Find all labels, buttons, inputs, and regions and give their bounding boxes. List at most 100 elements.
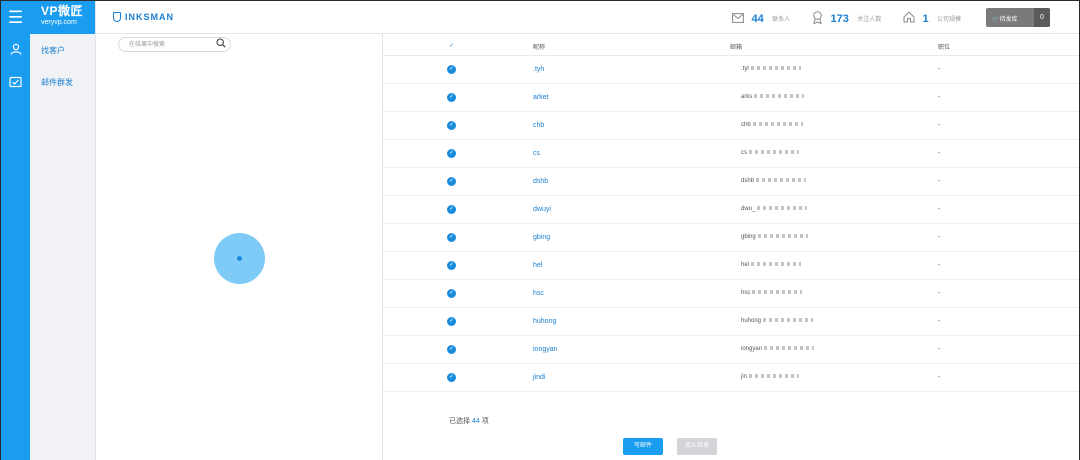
row-position: - [938, 206, 941, 213]
add-to-pending-button[interactable]: 加入待发 [677, 438, 717, 455]
row-check-icon[interactable]: ✓ [447, 93, 456, 102]
table-row[interactable]: ✓ hsc hsc - [383, 280, 1079, 308]
row-nickname[interactable]: hsc [533, 290, 544, 297]
row-email: .tyl [741, 66, 801, 72]
table-row[interactable]: ✓ dwuyi dwu_ - [383, 196, 1079, 224]
row-check-icon[interactable]: ✓ [447, 205, 456, 214]
pending-cart-button[interactable]: 🛒待发库 0 [986, 8, 1050, 27]
table-row[interactable]: ✓ .tyh .tyl - [383, 56, 1079, 84]
search-input[interactable] [129, 40, 214, 50]
column-nickname[interactable]: 昵称 [533, 42, 545, 51]
row-email: huhong [741, 318, 814, 324]
row-position: - [938, 318, 941, 325]
row-position: - [938, 66, 941, 73]
row-position: - [938, 150, 941, 157]
table-row[interactable]: ✓ huhong huhong - [383, 308, 1079, 336]
table-row[interactable]: ✓ chb chb - [383, 112, 1079, 140]
row-check-icon[interactable]: ✓ [447, 233, 456, 242]
icon-rail: ☰ [1, 1, 30, 460]
selected-count-value: 44 [471, 418, 480, 425]
nav-item-mass-mail[interactable]: 邮件群发 [30, 73, 95, 93]
cart-count: 0 [1034, 8, 1050, 27]
loading-spinner [214, 233, 265, 284]
row-check-icon[interactable]: ✓ [447, 373, 456, 382]
row-email: arks [741, 94, 805, 100]
row-nickname[interactable]: huhong [533, 318, 556, 325]
row-email: dshb [741, 178, 807, 184]
row-nickname[interactable]: arket [533, 94, 549, 101]
row-check-icon[interactable]: ✓ [447, 289, 456, 298]
stat-followers-label: 关注人数 [857, 17, 882, 24]
row-check-icon[interactable]: ✓ [447, 177, 456, 186]
row-check-icon[interactable]: ✓ [447, 345, 456, 354]
brand-logo: VP微匠 [41, 4, 84, 18]
row-check-icon[interactable]: ✓ [447, 121, 456, 130]
table-row[interactable]: ✓ jindi jin - [383, 364, 1079, 392]
table-row[interactable]: ✓ gbing gbing - [383, 224, 1079, 252]
row-nickname[interactable]: hel [533, 262, 542, 269]
row-email: iongyan [741, 346, 815, 352]
loading-dot [237, 256, 242, 261]
row-email: hsc [741, 290, 803, 296]
table-row[interactable]: ✓ iongyan iongyan - [383, 336, 1079, 364]
redacted-mask [749, 374, 800, 379]
table-header: ✓ 昵称 邮箱 职位 [383, 34, 1079, 56]
selected-count: 已选择 44 项 [449, 418, 489, 425]
row-position: - [938, 262, 941, 269]
search-icon[interactable] [216, 38, 226, 53]
row-check-icon[interactable]: ✓ [447, 317, 456, 326]
search-box[interactable] [118, 37, 231, 52]
menu-icon[interactable]: ☰ [1, 1, 30, 34]
row-check-icon[interactable]: ✓ [447, 149, 456, 158]
row-position: - [938, 234, 941, 241]
home-icon [903, 11, 915, 26]
write-email-button[interactable]: 写邮件 [623, 438, 663, 455]
redacted-mask [752, 122, 803, 127]
row-nickname[interactable]: iongyan [533, 346, 558, 353]
redacted-mask [754, 94, 805, 99]
row-email: jin [741, 374, 800, 380]
redacted-mask [756, 178, 807, 183]
row-check-icon[interactable]: ✓ [447, 261, 456, 270]
row-nickname[interactable]: dwuyi [533, 206, 551, 213]
award-icon [812, 10, 823, 27]
table-row[interactable]: ✓ cs cs - [383, 140, 1079, 168]
mail-check-icon[interactable] [1, 67, 30, 100]
sub-navigation: VP微匠 veryvp.com 找客户 邮件群发 [30, 1, 96, 460]
redacted-mask [751, 262, 802, 267]
row-position: - [938, 290, 941, 297]
select-all-checkbox[interactable]: ✓ [449, 42, 454, 49]
table-row[interactable]: ✓ dshb dshb - [383, 168, 1079, 196]
row-position: - [938, 122, 941, 129]
row-check-icon[interactable]: ✓ [447, 65, 456, 74]
redacted-mask [763, 318, 814, 323]
nav-item-find-customers[interactable]: 找客户 [30, 41, 95, 61]
stat-company-size-label: 公司规模 [937, 17, 962, 24]
table-row[interactable]: ✓ arket arks - [383, 84, 1079, 112]
row-nickname[interactable]: .tyh [533, 66, 544, 73]
redacted-mask [757, 206, 808, 211]
row-nickname[interactable]: dshb [533, 178, 548, 185]
column-email[interactable]: 邮箱 [730, 42, 742, 51]
row-nickname[interactable]: chb [533, 122, 544, 129]
row-position: - [938, 374, 941, 381]
column-position[interactable]: 职位 [938, 42, 950, 51]
row-email: hel [741, 262, 802, 268]
app-window: ☰ VP微匠 veryvp.com 找客户 邮件群发 INKSMAN 44 联系… [0, 0, 1080, 460]
header-logo-text: INKSMAN [125, 12, 174, 22]
top-header: INKSMAN 44 联系人 173 关注人数 1 公司规模 🛒待发库 0 [96, 1, 1079, 34]
row-nickname[interactable]: cs [533, 150, 540, 157]
stat-contacts-label: 联系人 [772, 17, 791, 24]
stat-contacts-value: 44 [751, 12, 764, 25]
stat-company-size: 1 公司规模 [903, 10, 961, 26]
header-logo[interactable]: INKSMAN [113, 12, 174, 22]
redacted-mask [750, 66, 801, 71]
contacts-table: ✓ 昵称 邮箱 职位 ✓ .tyh .tyl - ✓ arket arks - … [383, 34, 1079, 460]
row-nickname[interactable]: gbing [533, 234, 550, 241]
brand[interactable]: VP微匠 veryvp.com [30, 1, 95, 34]
table-row[interactable]: ✓ hel hel - [383, 252, 1079, 280]
row-nickname[interactable]: jindi [533, 374, 545, 381]
redacted-mask [752, 290, 803, 295]
shield-icon [113, 12, 121, 22]
person-icon[interactable] [1, 34, 30, 67]
